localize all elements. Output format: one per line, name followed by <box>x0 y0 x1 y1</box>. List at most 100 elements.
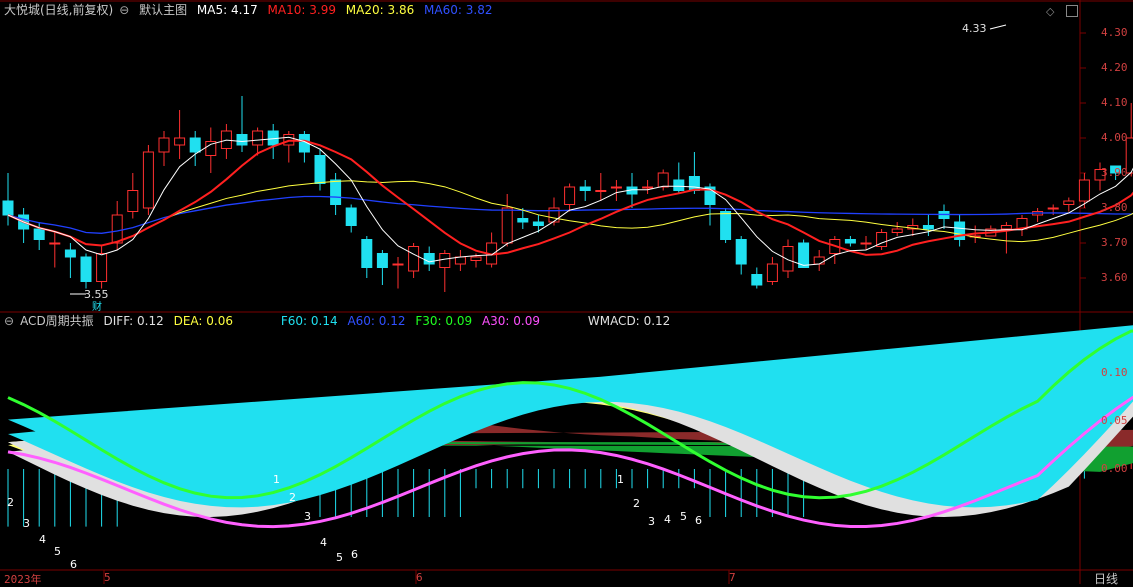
a60-label: A60: <box>347 314 375 328</box>
a30-label: A30: <box>481 314 510 328</box>
candle-body <box>283 134 295 146</box>
candle-body <box>189 137 201 153</box>
wave-number: 2 <box>289 491 296 504</box>
price-tick: 3.90 <box>1101 166 1128 179</box>
candle-body <box>345 207 357 226</box>
wave-number: 2 <box>633 497 640 510</box>
dropdown-icon[interactable]: ⊖ <box>119 3 129 17</box>
dea-value: DEA: 0.06 <box>174 314 233 328</box>
date-label: 5 <box>104 571 111 584</box>
candle-body <box>408 246 420 272</box>
f30-value: F30: 0.09 <box>415 314 472 328</box>
period-tab[interactable]: 日线 <box>1094 570 1118 587</box>
candle-body <box>49 242 61 245</box>
ma10-number: 3.99 <box>309 3 336 17</box>
indicator-name[interactable]: 默认主图 <box>139 3 187 17</box>
f60-value: F60: 0.14 <box>281 314 338 328</box>
price-tick: 4.00 <box>1101 131 1128 144</box>
main-chart-header: 大悦城(日线,前复权) ⊖ 默认主图 MA5: 4.17 MA10: 3.99 M… <box>4 3 498 17</box>
ma60-value: MA60: 3.82 <box>424 3 492 17</box>
candle-body <box>454 256 466 265</box>
a60-value: A60: 0.12 <box>347 314 405 328</box>
indicator-tick: 0.05 <box>1101 414 1128 427</box>
maximize-button[interactable] <box>1066 5 1078 17</box>
candle-body <box>423 253 435 265</box>
candle-body <box>782 246 794 272</box>
diff-value: DIFF: 0.12 <box>104 314 164 328</box>
wave-number: 5 <box>336 551 343 564</box>
candle-body <box>470 256 482 261</box>
high-arrow <box>989 24 1007 30</box>
candle-body <box>330 179 342 205</box>
a30-number: 0.09 <box>513 314 541 328</box>
wave-number: 1 <box>273 473 280 486</box>
candle-body <box>2 200 14 216</box>
diamond-icon[interactable]: ◇ <box>1046 5 1054 18</box>
ma10-value: MA10: 3.99 <box>268 3 336 17</box>
candle-body <box>96 253 108 282</box>
stock-name[interactable]: 大悦城(日线,前复权) <box>4 3 113 17</box>
price-tick: 4.30 <box>1101 26 1128 39</box>
diff-number: 0.12 <box>137 314 164 328</box>
candle-body <box>595 190 607 192</box>
a30-value: A30: 0.09 <box>482 314 540 328</box>
date-label: 6 <box>416 571 423 584</box>
ma5-number: 4.17 <box>231 3 258 17</box>
candle-body <box>1063 200 1075 205</box>
price-tick: 4.20 <box>1101 61 1128 74</box>
f60-cyan-band <box>8 325 1133 508</box>
price-tick: 4.10 <box>1101 96 1128 109</box>
candle-body <box>392 263 404 266</box>
wave-number: 5 <box>680 510 687 523</box>
wave-number: 6 <box>695 514 702 527</box>
a60-number: 0.12 <box>378 314 406 328</box>
f60-label: F60: <box>280 314 308 328</box>
candle-body <box>642 186 654 189</box>
candle-body <box>1078 179 1090 202</box>
ma5-label: MA5: <box>196 3 228 17</box>
wave-number: 2 <box>7 496 14 509</box>
wave-number: 6 <box>70 558 77 571</box>
wave-number: 5 <box>54 545 61 558</box>
f60-number: 0.14 <box>310 314 338 328</box>
candle-body <box>766 263 778 282</box>
finance-marker[interactable]: 财 <box>92 298 102 313</box>
candle-body <box>751 274 763 286</box>
indicator-tick: 0.00 <box>1101 462 1128 475</box>
candle-body <box>158 137 170 153</box>
candle-body <box>361 239 373 268</box>
chart-canvas[interactable] <box>0 0 1133 584</box>
wave-number: 4 <box>664 513 671 526</box>
ma60-label: MA60: <box>424 3 462 17</box>
candle-body <box>127 190 139 212</box>
candle-body <box>517 218 529 223</box>
dea-label: DEA: <box>173 314 203 328</box>
dropdown-icon[interactable]: ⊖ <box>4 314 14 328</box>
candle-body <box>735 239 747 265</box>
candle-body <box>688 176 700 191</box>
candle-body <box>236 134 248 146</box>
wmacd-value: WMACD: 0.12 <box>588 314 670 328</box>
candle-body <box>922 225 934 230</box>
candle-body <box>252 130 264 146</box>
wave-number: 4 <box>39 533 46 546</box>
candle-body <box>501 207 513 244</box>
price-tick: 3.60 <box>1101 271 1128 284</box>
wave-number: 3 <box>648 515 655 528</box>
ma10-label: MA10: <box>267 3 306 17</box>
candle-body <box>891 228 903 233</box>
date-label: 7 <box>729 571 736 584</box>
wmacd-label: WMACD: <box>587 314 640 328</box>
ma20-number: 3.86 <box>387 3 415 17</box>
candle-body <box>564 186 576 205</box>
wmacd-number: 0.12 <box>643 314 671 328</box>
candle-body <box>439 253 451 268</box>
ma20-value: MA20: 3.86 <box>346 3 414 17</box>
candle-body <box>142 151 154 209</box>
f30-number: 0.09 <box>445 314 473 328</box>
price-tick: 3.80 <box>1101 201 1128 214</box>
candle-body <box>532 221 544 226</box>
indicator-name[interactable]: ACD周期共振 <box>20 314 94 328</box>
ma20-label: MA20: <box>345 3 384 17</box>
candle-body <box>610 186 622 189</box>
